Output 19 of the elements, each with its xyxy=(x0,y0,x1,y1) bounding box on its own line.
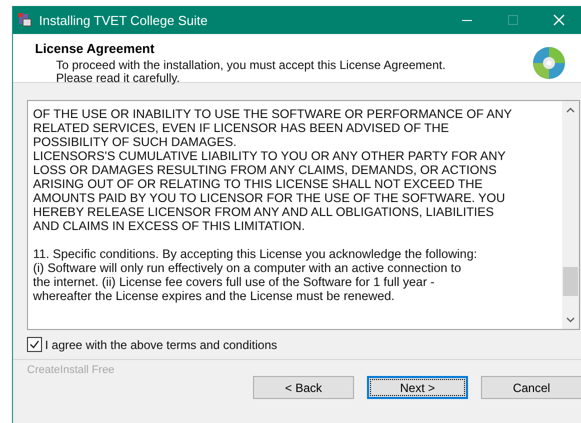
wizard-button[interactable]: < Back xyxy=(253,376,354,399)
brand-label: CreateInstall Free xyxy=(27,364,116,376)
scroll-down-icon[interactable] xyxy=(566,317,575,323)
checkmark-icon xyxy=(29,339,40,350)
disc-icon xyxy=(532,46,566,80)
close-icon[interactable] xyxy=(553,14,565,26)
page-subtitle: To proceed with the installation, you must accept this License Agreement. Please read it carefully. xyxy=(56,59,446,85)
wizard-button[interactable]: Cancel xyxy=(481,376,581,399)
installer-icon xyxy=(17,12,33,28)
license-paragraph: OF THE USE OR INABILITY TO USE THE SOFTWARE OR PERFORMANCE OF ANY RELATED SERVICES, EVEN IF LICENSOR HAS BEEN ADVISED OF THE POSSIBILITY OF SUCH DAMAGES. LICENSORS'S CUMULATIVE LIABILITY TO YOU OR ANY OTHER PARTY FOR ANY LOSS OR DAMAGES RESULTING FROM ANY CLAIMS, DEMANDS, OR ACTIONS ARISING OUT OF OR RELATING TO THIS LICENSE SHALL NOT EXCEED THE AMOUNTS PAID BY YOU TO LICENSOR FOR THE USE OF THE SOFTWARE. YOU HEREBY RELEASE LICENSOR FROM ANY AND ALL OBLIGATIONS, LIABILITIES AND CLAIMS IN EXCESS OF THIS LIMITATION. xyxy=(33,107,513,233)
agree-checkbox[interactable] xyxy=(27,337,42,352)
license-paragraph: 11. Specific conditions. By accepting this License you acknowledge the following: (i) Software will only run effectively on a computer with an active connection to the internet. (ii) License fee covers full use of the Software for 1 full year - whereafter the License expires and the License must be renewed. xyxy=(33,247,478,303)
agree-label[interactable]: I agree with the above terms and conditions xyxy=(45,338,278,352)
window-title: Installing TVET College Suite xyxy=(39,12,209,28)
scroll-up-icon[interactable] xyxy=(566,107,575,113)
license-text-box[interactable] xyxy=(27,100,580,330)
scrollbar-thumb[interactable] xyxy=(563,267,578,296)
page-title: License Agreement xyxy=(35,41,156,56)
wizard-button[interactable]: Next > xyxy=(367,376,468,399)
